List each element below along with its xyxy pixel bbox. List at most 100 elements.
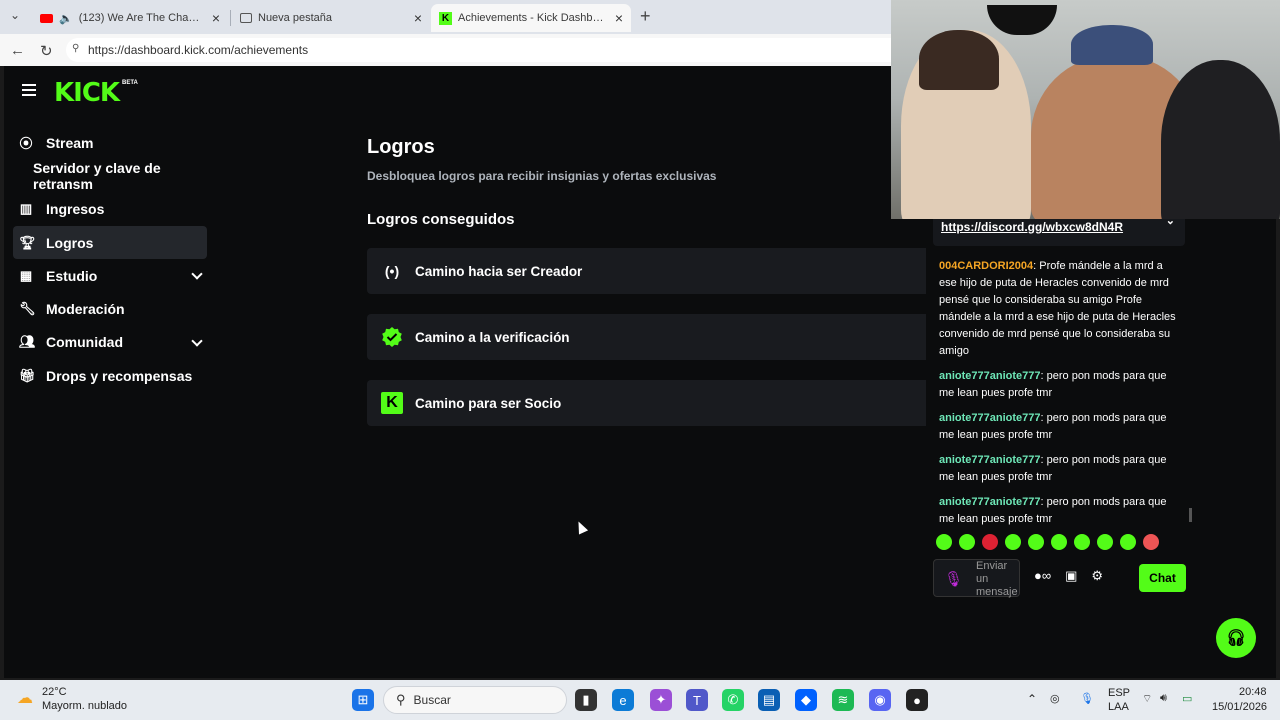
chevron-up-icon[interactable]: ⌃: [1027, 692, 1037, 706]
language-top[interactable]: ESP: [1108, 687, 1130, 699]
chat-scrollbar[interactable]: [1189, 508, 1192, 522]
weather-description: Mayorm. nublado: [42, 700, 127, 712]
site-info-icon[interactable]: ⚲: [72, 43, 79, 54]
support-headset-button[interactable]: 🎧︎: [1216, 618, 1256, 658]
emote-icon[interactable]: [1143, 534, 1159, 550]
gift-icon: 🎁︎: [19, 367, 36, 383]
chat-message: aniote777aniote777: pero pon mods para q…: [939, 496, 1167, 525]
back-arrow-icon[interactable]: ←: [10, 42, 25, 59]
teams-icon[interactable]: T: [686, 689, 708, 711]
chevron-down-icon[interactable]: [191, 268, 203, 280]
speaker-icon[interactable]: 🔈: [59, 12, 73, 25]
whatsapp-icon[interactable]: ✆: [722, 689, 744, 711]
close-icon[interactable]: ×: [212, 10, 220, 26]
achievement-label: Camino a la verificación: [415, 329, 570, 345]
achievement-card-partner[interactable]: K Camino para ser Socio: [367, 380, 937, 426]
chat-send-button[interactable]: Chat: [1139, 564, 1186, 592]
chat-username[interactable]: aniote777aniote777: [939, 370, 1041, 382]
volume-icon[interactable]: 🔊︎: [1160, 692, 1167, 705]
discord-icon[interactable]: ◉: [869, 689, 891, 711]
battery-icon[interactable]: ▭: [1182, 692, 1192, 705]
chat-tools: ●∞ ▣ ⚙: [1034, 568, 1103, 584]
emote-icon[interactable]: [1051, 534, 1067, 550]
url-input[interactable]: ⚲ https://dashboard.kick.com/achievement…: [66, 38, 966, 62]
tab-youtube[interactable]: 🔈 (123) We Are The Champions ×: [32, 4, 228, 32]
app-icon[interactable]: ●: [906, 689, 928, 711]
new-tab-button[interactable]: +: [640, 6, 651, 27]
emote-icon[interactable]: [1005, 534, 1021, 550]
sidebar-item-logros[interactable]: 🏆︎ Logros: [13, 225, 207, 260]
emote-icon[interactable]: [936, 534, 952, 550]
emote-icon[interactable]: [959, 534, 975, 550]
community-icon: 👥︎: [19, 334, 36, 350]
discord-link[interactable]: https://discord.gg/wbxcw8dN4R: [941, 220, 1123, 234]
language-bottom[interactable]: LAA: [1108, 701, 1129, 713]
achievement-card-creator[interactable]: (•) Camino hacia ser Creador: [367, 248, 937, 294]
kick-favicon-icon: K: [439, 11, 452, 25]
edge-icon[interactable]: e: [612, 689, 634, 711]
close-icon[interactable]: ×: [414, 10, 422, 26]
broadcast-icon: ⦿: [19, 136, 33, 152]
network-icon[interactable]: ◎: [1050, 692, 1060, 705]
spotify-icon[interactable]: ≋: [832, 689, 854, 711]
page-subtitle: Desbloquea logros para recibir insignias…: [367, 169, 717, 183]
emote-icon[interactable]: [982, 534, 998, 550]
emote-icon[interactable]: [1120, 534, 1136, 550]
achievement-label: Camino hacia ser Creador: [415, 263, 583, 279]
sidebar-item-stream[interactable]: ⦿ Stream: [13, 126, 207, 159]
reload-icon[interactable]: ↻: [40, 42, 53, 60]
streamer-right: [1161, 60, 1280, 219]
tab-list-icon[interactable]: ⌄: [10, 8, 20, 22]
mouse-cursor-icon: [573, 519, 589, 535]
sidebar-item-ingresos[interactable]: ▥ Ingresos: [13, 193, 207, 226]
sidebar-item-label: Stream: [46, 134, 94, 151]
youtube-icon: [40, 13, 53, 23]
microphone-icon[interactable]: 🎙︎: [1080, 692, 1094, 705]
sidebar-item-estudio[interactable]: ▦ Estudio: [13, 259, 207, 292]
clock-time[interactable]: 20:48: [1239, 686, 1267, 698]
sidebar-item-drops[interactable]: 🎁︎ Drops y recompensas: [13, 359, 207, 392]
verified-badge-icon: [381, 326, 403, 348]
main-content: Logros Desbloquea logros para recibir in…: [367, 136, 937, 426]
store-icon[interactable]: ▣: [1065, 568, 1077, 584]
weather-icon[interactable]: ☁: [14, 687, 36, 709]
store-icon[interactable]: ▤: [758, 689, 780, 711]
tab-new-tab[interactable]: Nueva pestaña ×: [232, 4, 430, 32]
kick-logo-icon: K: [381, 392, 403, 414]
chat-username[interactable]: aniote777aniote777: [939, 496, 1041, 508]
weather-temp: 22°C: [42, 686, 67, 698]
clock-date[interactable]: 15/01/2026: [1212, 701, 1267, 713]
emote-picker-icon[interactable]: ●∞: [1034, 568, 1051, 584]
sidebar-item-comunidad[interactable]: 👥︎ Comunidad: [13, 326, 207, 359]
sidebar-item-stream-key[interactable]: Servidor y clave de retransm: [13, 159, 207, 192]
sidebar-item-moderacion[interactable]: 🔧︎ Moderación: [13, 292, 207, 325]
achievement-card-verification[interactable]: Camino a la verificación: [367, 314, 937, 360]
gear-icon[interactable]: ⚙: [1091, 568, 1103, 584]
chat-username[interactable]: aniote777aniote777: [939, 412, 1041, 424]
chat-username[interactable]: aniote777aniote777: [939, 454, 1041, 466]
page-title: Logros: [367, 136, 435, 158]
broadcast-icon: (•): [384, 263, 400, 279]
emote-icon[interactable]: [1074, 534, 1090, 550]
copilot-icon[interactable]: ✦: [650, 689, 672, 711]
task-view-icon[interactable]: ▮: [575, 689, 597, 711]
microphone-icon[interactable]: 🎙︎: [944, 570, 963, 588]
chat-message-input[interactable]: 🎙︎ Enviar un mensaje: [933, 559, 1020, 598]
tab-kick-dashboard[interactable]: K Achievements - Kick Dashboard ×: [431, 4, 631, 32]
wifi-icon[interactable]: ⌔: [1142, 692, 1152, 706]
dropbox-icon[interactable]: ◆: [795, 689, 817, 711]
emote-icon[interactable]: [1028, 534, 1044, 550]
windows-start-icon[interactable]: ⊞: [352, 689, 374, 711]
menu-icon[interactable]: [22, 84, 36, 96]
chat-username[interactable]: 004CARDORI2004: [939, 260, 1033, 272]
sidebar-item-label: Drops y recompensas: [46, 367, 193, 384]
page-icon: [240, 13, 252, 23]
kick-logo[interactable]: KICK: [54, 78, 120, 108]
webcam-overlay: [891, 0, 1280, 219]
windows-taskbar: ☁ 22°C Mayorm. nublado ⊞ ⚲ Buscar ▮ e ✦ …: [0, 680, 1280, 720]
chat-panel: https://discord.gg/wbxcw8dN4R ⌄ 004CARDO…: [926, 210, 1193, 606]
emote-icon[interactable]: [1097, 534, 1113, 550]
close-icon[interactable]: ×: [615, 10, 623, 26]
taskbar-search-input[interactable]: ⚲ Buscar: [383, 686, 567, 714]
chevron-down-icon[interactable]: [191, 335, 203, 347]
